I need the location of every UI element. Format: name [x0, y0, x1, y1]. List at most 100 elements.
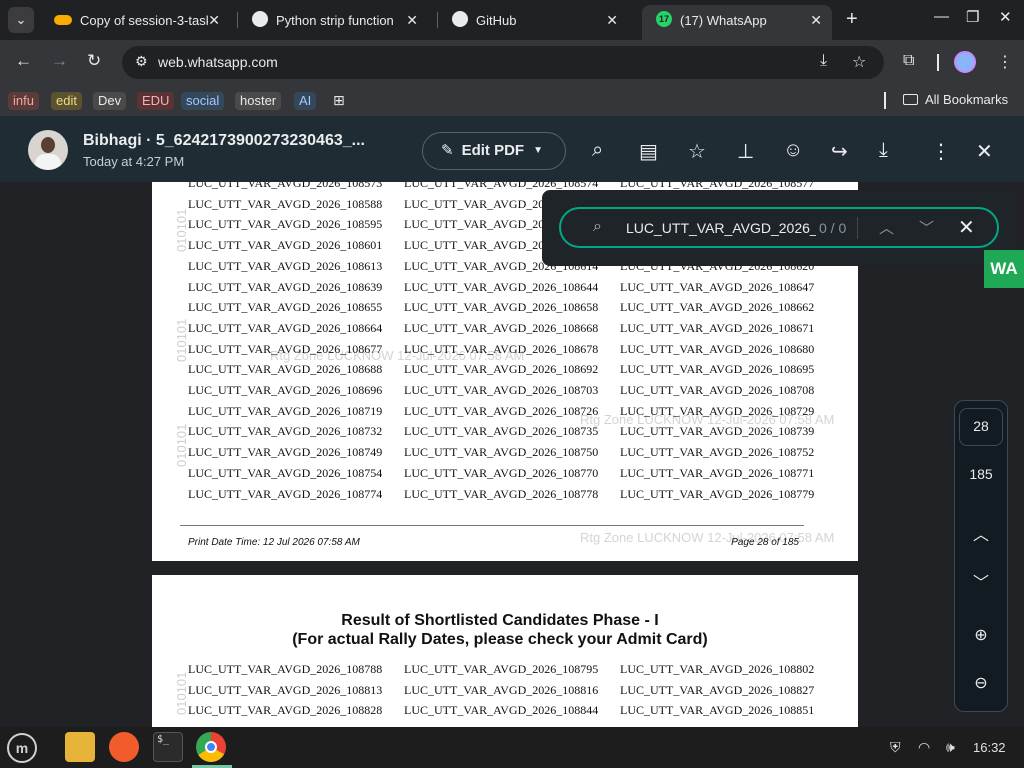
close-tab-icon[interactable]: ✕: [810, 5, 822, 35]
shield-update-icon[interactable]: ⛨: [890, 739, 901, 756]
forward-icon[interactable]: ↪: [831, 139, 848, 164]
close-viewer-icon[interactable]: ✕: [976, 139, 993, 164]
sender-avatar[interactable]: [28, 130, 68, 170]
footer-rule: [180, 525, 804, 526]
candidate-id-cell: LUC_UTT_VAR_AVGD_2026_108695: [620, 362, 815, 377]
extensions-icon[interactable]: ⧉: [903, 52, 914, 70]
next-match-chevron-down-icon[interactable]: ﹀: [919, 217, 934, 238]
terminal-icon[interactable]: $_: [153, 732, 183, 762]
candidate-id-cell: LUC_UTT_VAR_AVGD_2026_108658: [404, 300, 599, 315]
candidate-id-cell: LUC_UTT_VAR_AVGD_2026_108573: [188, 182, 383, 190]
browser-menu-icon[interactable]: ⋮: [997, 52, 1013, 72]
table-row: LUC_UTT_VAR_AVGD_2026_108664 LUC_UTT_VAR_…: [152, 321, 858, 339]
previous-match-chevron-up-icon[interactable]: ︿: [879, 217, 894, 238]
new-tab-icon[interactable]: +: [846, 8, 858, 31]
candidate-id-cell: LUC_UTT_VAR_AVGD_2026_108739: [620, 424, 815, 439]
find-query[interactable]: LUC_UTT_VAR_AVGD_2026_1(: [626, 220, 816, 236]
bookmark-folder-infu[interactable]: infu: [8, 92, 39, 110]
volume-icon[interactable]: 🕪: [946, 739, 955, 756]
table-row: LUC_UTT_VAR_AVGD_2026_108813 LUC_UTT_VAR_…: [152, 683, 858, 701]
search-icon[interactable]: ⌕: [592, 139, 603, 162]
candidate-id-cell: LUC_UTT_VAR_AVGD_2026_108680: [620, 341, 815, 356]
bookmark-folder-edu[interactable]: EDU: [137, 92, 175, 110]
pdf-page-29: Result of Shortlisted Candidates Phase -…: [152, 575, 858, 727]
candidate-id-cell: LUC_UTT_VAR_AVGD_2026_108588: [188, 196, 383, 211]
mint-menu-icon[interactable]: m: [7, 733, 37, 763]
pin-icon[interactable]: ⊥: [737, 139, 754, 164]
all-bookmarks-button[interactable]: All Bookmarks: [903, 92, 1008, 107]
address-bar[interactable]: ⚙ web.whatsapp.com ⤓ ☆: [122, 46, 884, 79]
bookmark-folder-ai[interactable]: AI: [294, 92, 317, 110]
tab-whatsapp[interactable]: 17 (17) WhatsApp ✕: [642, 5, 832, 40]
forward-icon[interactable]: →: [51, 51, 68, 71]
previous-page-chevron-up-icon[interactable]: ︿: [955, 521, 1007, 545]
table-row: LUC_UTT_VAR_AVGD_2026_108774 LUC_UTT_VAR_…: [152, 487, 858, 505]
reload-icon[interactable]: ↻: [87, 51, 101, 71]
close-find-icon[interactable]: ✕: [958, 215, 975, 240]
candidate-id-cell: LUC_UTT_VAR_AVGD_2026_108696: [188, 383, 383, 397]
file-timestamp: Today at 4:27 PM: [83, 154, 185, 169]
find-divider: [857, 217, 858, 239]
current-page-number[interactable]: 28: [955, 418, 1007, 434]
close-window-icon[interactable]: ✕: [999, 8, 1012, 26]
candidate-id-cell: LUC_UTT_VAR_AVGD_2026_108644: [404, 279, 599, 294]
toolbar-divider: [937, 54, 939, 71]
candidate-id-cell: LUC_UTT_VAR_AVGD_2026_108595: [188, 217, 383, 232]
minimize-icon[interactable]: —: [934, 8, 949, 25]
star-icon[interactable]: ☆: [688, 139, 706, 164]
candidate-id-cell: LUC_UTT_VAR_AVGD_2026_108844: [404, 703, 599, 718]
wifi-icon[interactable]: ◠: [918, 739, 930, 756]
files-folder-icon[interactable]: [65, 732, 95, 762]
bookmark-star-icon[interactable]: ☆: [852, 52, 866, 72]
table-row: LUC_UTT_VAR_AVGD_2026_108828 LUC_UTT_VAR_…: [152, 703, 858, 721]
whatsapp-extension-badge[interactable]: WA: [984, 250, 1024, 288]
zoom-out-icon[interactable]: ⊖: [955, 673, 1007, 693]
apps-grid-icon[interactable]: ⊞: [333, 92, 345, 109]
profile-avatar[interactable]: [954, 51, 976, 73]
back-icon[interactable]: ←: [15, 51, 32, 71]
search-icon: ⌕: [593, 218, 602, 235]
close-tab-icon[interactable]: ✕: [208, 5, 220, 35]
candidate-id-cell: LUC_UTT_VAR_AVGD_2026_108639: [188, 279, 383, 294]
media-viewer-header: Bibhagi · 5_6242173900273230463_... Toda…: [0, 116, 1024, 182]
firefox-icon[interactable]: [109, 732, 139, 762]
system-clock[interactable]: 16:32: [973, 740, 1006, 755]
candidate-id-cell: LUC_UTT_VAR_AVGD_2026_108708: [620, 383, 815, 397]
candidate-id-cell: LUC_UTT_VAR_AVGD_2026_108802: [620, 662, 815, 676]
tab-github[interactable]: GitHub ✕: [438, 5, 628, 35]
chrome-icon[interactable]: [196, 732, 226, 762]
download-icon[interactable]: ⤓: [879, 139, 888, 162]
os-taskbar: m $_ ⛨ ◠ 🕪 16:32: [0, 727, 1024, 768]
close-tab-icon[interactable]: ✕: [406, 5, 418, 35]
zoom-in-icon[interactable]: ⊕: [955, 625, 1007, 645]
emoji-icon[interactable]: ☺: [783, 139, 803, 162]
find-input-box[interactable]: ⌕ LUC_UTT_VAR_AVGD_2026_1( 0 / 0 ︿ ﹀ ✕: [559, 207, 999, 248]
message-icon[interactable]: ▤: [639, 139, 658, 164]
install-app-icon[interactable]: ⤓: [820, 52, 827, 70]
candidate-id-cell: LUC_UTT_VAR_AVGD_2026_108664: [188, 320, 383, 335]
tab-chatgpt[interactable]: Python strip function ✕: [238, 5, 428, 35]
table-row: LUC_UTT_VAR_AVGD_2026_108754 LUC_UTT_VAR_…: [152, 466, 858, 484]
candidate-id-cell: LUC_UTT_VAR_AVGD_2026_108778: [404, 486, 599, 501]
candidate-id-cell: LUC_UTT_VAR_AVGD_2026_108678: [404, 341, 599, 356]
bookmark-folder-hoster[interactable]: hoster: [235, 92, 282, 110]
table-row: LUC_UTT_VAR_AVGD_2026_108677 LUC_UTT_VAR_…: [152, 342, 858, 360]
bookmark-folder-social[interactable]: social: [181, 92, 225, 110]
close-tab-icon[interactable]: ✕: [606, 5, 618, 35]
pencil-icon: ✎: [441, 142, 454, 159]
candidate-id-cell: LUC_UTT_VAR_AVGD_2026_108827: [620, 682, 815, 697]
next-page-chevron-down-icon[interactable]: ﹀: [955, 569, 1007, 593]
restore-icon[interactable]: ❐: [966, 8, 979, 26]
bookmark-folder-dev[interactable]: Dev: [93, 92, 127, 110]
tab-search-chevron-icon[interactable]: ⌄: [8, 7, 34, 33]
bookmark-folder-edit[interactable]: edit: [51, 92, 82, 110]
edit-pdf-button[interactable]: ✎ Edit PDF ▼: [422, 132, 566, 170]
more-options-icon[interactable]: ⋮: [931, 139, 951, 164]
candidate-id-cell: LUC_UTT_VAR_AVGD_2026_108774: [188, 486, 383, 501]
tab-colab[interactable]: Copy of session-3-task ✕: [40, 5, 230, 35]
url-text[interactable]: web.whatsapp.com: [158, 54, 278, 70]
site-settings-icon[interactable]: ⚙: [135, 53, 148, 70]
page-heading: Result of Shortlisted Candidates Phase -…: [341, 612, 659, 629]
table-row: LUC_UTT_VAR_AVGD_2026_108719 LUC_UTT_VAR_…: [152, 404, 858, 422]
candidate-id-cell: LUC_UTT_VAR_AVGD_2026_108754: [188, 465, 383, 480]
